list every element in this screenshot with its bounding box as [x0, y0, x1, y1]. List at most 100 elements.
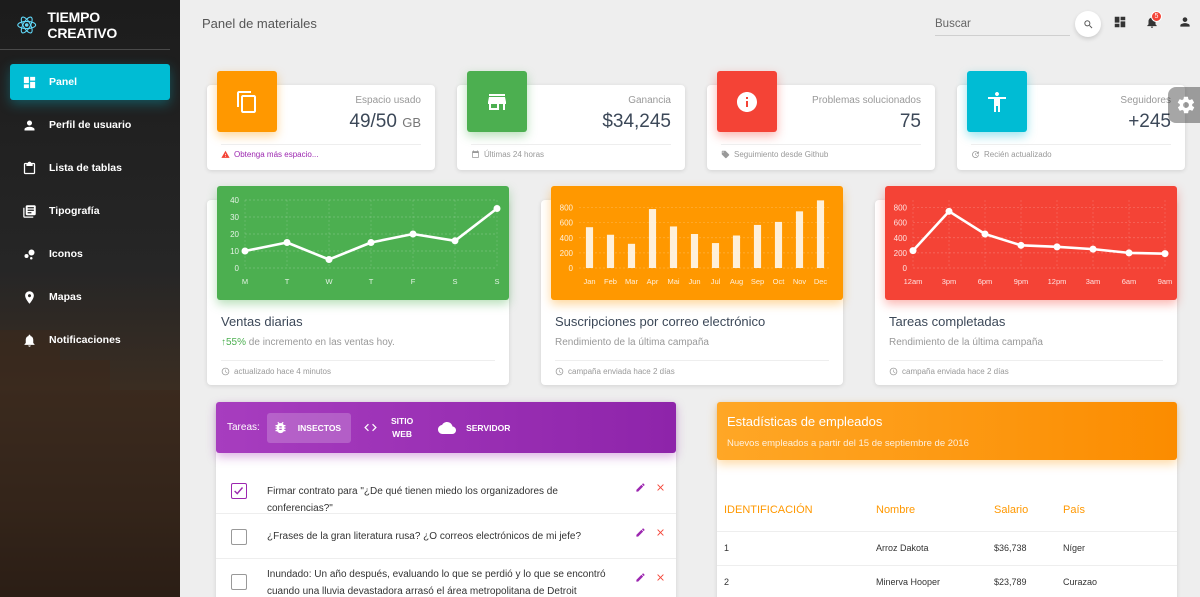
task-checkbox[interactable] [231, 574, 247, 590]
task-text: Firmar contrato para "¿De qué tienen mie… [267, 486, 558, 514]
y-tick-label: 40 [230, 196, 239, 205]
task-row: Inundado: Un año después, evaluando lo q… [216, 559, 676, 597]
stat-category: Espacio usado [355, 95, 421, 106]
x-tick-label: F [411, 277, 416, 286]
table-cell: Curazao [1063, 577, 1098, 587]
column-header-country: País [1063, 504, 1086, 516]
data-point [1089, 245, 1097, 253]
sidebar-item-icons[interactable]: Iconos [10, 236, 170, 272]
search-input[interactable] [935, 12, 1070, 36]
stat-card-followers: Seguidores +245 Recién actualizado [957, 71, 1185, 170]
clock-icon [889, 367, 898, 376]
table-cell: 2 [724, 577, 730, 587]
close-icon[interactable] [655, 527, 666, 538]
x-tick-label: Mai [667, 277, 679, 286]
react-logo-icon [17, 16, 37, 33]
x-tick-label: S [494, 277, 499, 286]
y-tick-label: 200 [560, 249, 574, 258]
x-tick-label: S [452, 277, 457, 286]
y-tick-label: 400 [560, 234, 574, 243]
sidebar-item-notifications[interactable]: Notificaciones [10, 322, 170, 358]
tag-icon [721, 150, 730, 159]
bar [627, 243, 636, 268]
sidebar-item-typography[interactable]: Tipografía [10, 193, 170, 229]
bar [669, 226, 678, 268]
edit-icon[interactable] [635, 527, 646, 538]
chart-subtitle: ↑55% de incremento en las ventas hoy. [221, 337, 395, 348]
x-tick-label: Aug [730, 277, 743, 286]
stat-category: Ganancia [628, 95, 671, 106]
sidebar-nav: Panel Perfil de usuario Lista de tablas … [0, 64, 180, 358]
tab-bugs[interactable]: INSECTOS [266, 412, 352, 443]
bar [732, 235, 741, 268]
data-point [409, 230, 417, 238]
table-cell: $36,738 [994, 543, 1027, 553]
data-point [493, 205, 501, 212]
tab-label: SERVIDOR [466, 422, 511, 433]
search-button[interactable] [1075, 11, 1101, 37]
data-point [283, 239, 291, 246]
chart-subtitle: Rendimiento de la última campaña [889, 337, 1043, 348]
sidebar-item-profile[interactable]: Perfil de usuario [10, 107, 170, 143]
y-tick-label: 0 [903, 264, 908, 273]
stat-icon-box [717, 71, 777, 132]
data-point [909, 247, 917, 255]
x-tick-label: Sep [751, 277, 764, 286]
gear-icon [1177, 96, 1195, 114]
brand[interactable]: TIEMPO CREATIVO [0, 0, 170, 50]
chart-card-tasks: 800 600 400 200 0 12am 3pm 6pm 9pm 12pm 3am 6am 9am … [875, 186, 1177, 385]
stat-icon-box [967, 71, 1027, 132]
sidebar-item-panel[interactable]: Panel [10, 64, 170, 100]
person-icon[interactable] [1178, 15, 1192, 29]
x-tick-label: 12am [904, 277, 923, 286]
close-icon[interactable] [655, 572, 666, 583]
task-row: Firmar contrato para "¿De qué tienen mie… [216, 469, 676, 514]
x-tick-label: 6pm [978, 277, 993, 286]
stat-footer: Seguimiento desde Github [721, 144, 921, 159]
data-point [1161, 250, 1169, 258]
sidebar-item-label: Panel [49, 76, 78, 88]
y-tick-label: 20 [230, 230, 239, 239]
stat-icon-box [467, 71, 527, 132]
tab-website[interactable]: SITIO WEB [357, 413, 426, 443]
completed-tasks-chart: 800 600 400 200 0 12am 3pm 6pm 9pm 12pm 3am 6am 9am [894, 200, 1172, 286]
location-pin-icon [25, 290, 34, 304]
data-point [981, 230, 989, 238]
chart-title: Tareas completadas [889, 314, 1006, 329]
daily-sales-chart: 40 30 20 10 0M T W T F S S [230, 196, 501, 286]
chart-title: Ventas diarias [221, 314, 303, 329]
sidebar-item-tables[interactable]: Lista de tablas [10, 150, 170, 186]
stat-number: 49/50 [349, 111, 397, 132]
close-icon[interactable] [655, 482, 666, 493]
task-text: ¿Frases de la gran literatura rusa? ¿O c… [267, 531, 582, 542]
y-tick-label: 800 [894, 204, 908, 213]
dashboard-icon[interactable] [1113, 15, 1127, 29]
data-point [367, 239, 375, 246]
tab-label: SITIO WEB [390, 415, 414, 439]
chart-subtitle: Rendimiento de la última campaña [555, 337, 709, 348]
edit-icon[interactable] [635, 482, 646, 493]
bar [816, 200, 825, 268]
task-checkbox[interactable] [231, 483, 247, 499]
stat-footer[interactable]: Obtenga más espacio... [221, 144, 421, 159]
table-row: 1 Arroz Dakota $36,738 Níger [717, 531, 1177, 565]
column-header-id: IDENTIFICACIÓN [724, 504, 813, 516]
employees-card: Estadísticas de empleados Nuevos emplead… [717, 402, 1177, 597]
column-header-salary: Salario [994, 504, 1029, 516]
topbar: Panel de materiales 5 [180, 0, 1200, 50]
sidebar-item-maps[interactable]: Mapas [10, 279, 170, 315]
bar [711, 243, 720, 268]
settings-button[interactable] [1168, 87, 1200, 123]
stat-footer-link[interactable]: Obtenga más espacio... [234, 150, 319, 159]
table-cell: Minerva Hooper [876, 577, 941, 587]
bar [606, 234, 615, 268]
edit-icon[interactable] [635, 572, 646, 583]
chart-card-email: 800 600 400 200 0 Jan Feb Mar Apr Mai Jun Jul Aug Sep… [541, 186, 843, 385]
check-icon [234, 487, 244, 495]
task-checkbox[interactable] [231, 529, 247, 545]
x-tick-label: T [369, 277, 374, 286]
bar [690, 234, 699, 268]
library-books-icon [23, 204, 36, 218]
tab-server[interactable]: SERVIDOR [432, 413, 520, 443]
x-tick-label: Jan [583, 277, 595, 286]
